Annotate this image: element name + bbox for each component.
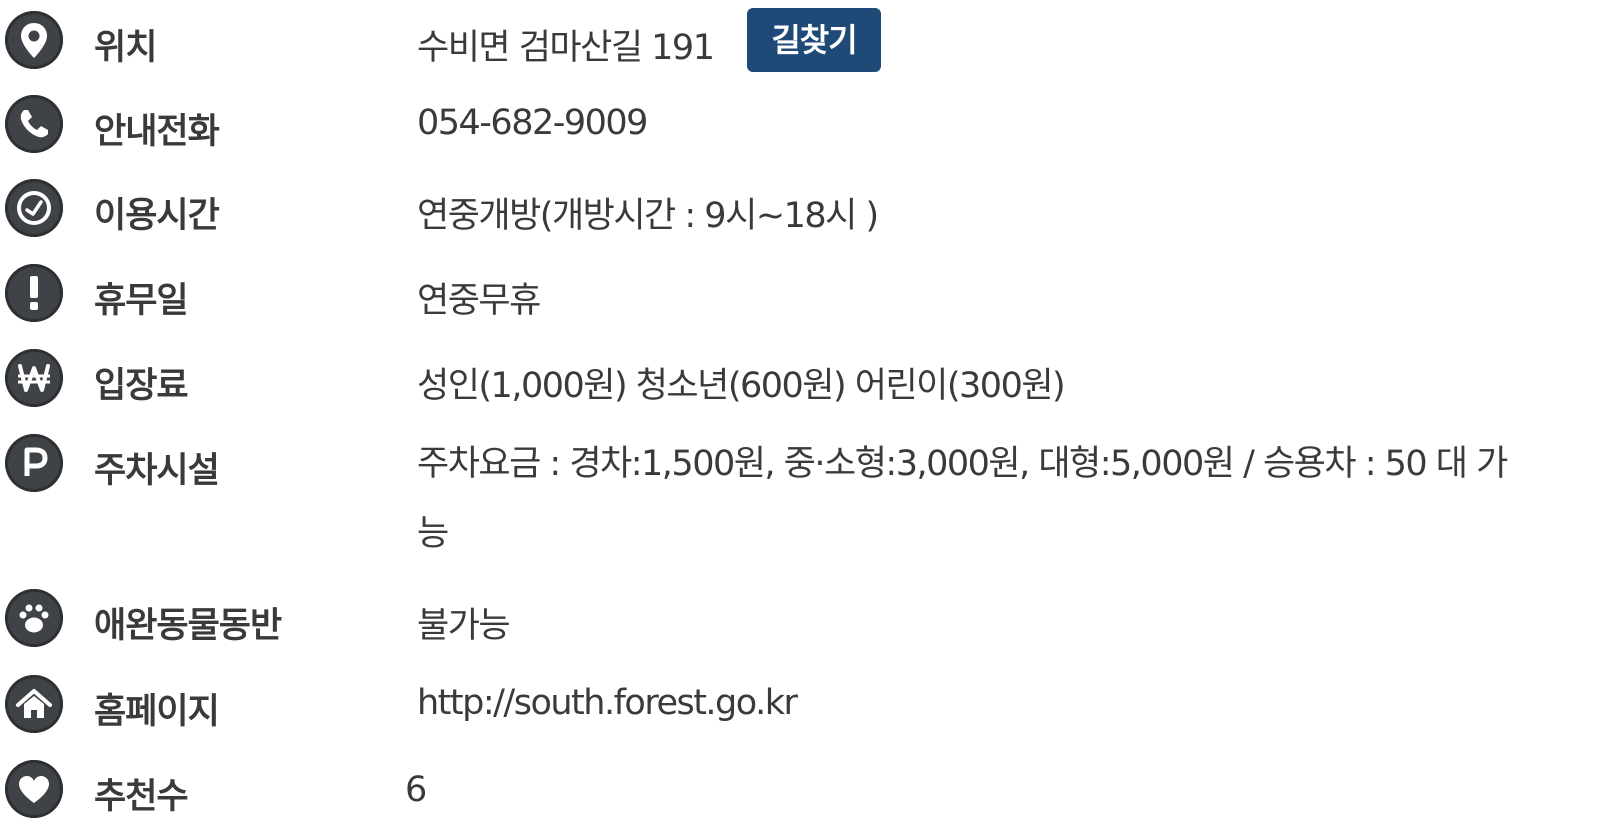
info-label: 위치 bbox=[94, 28, 157, 68]
info-row-pets: 애완동물동반 불가능 bbox=[0, 578, 1601, 658]
info-label: 추천수 bbox=[94, 777, 189, 817]
info-row-closed: 휴무일 연중무휴 bbox=[0, 253, 1601, 333]
parking-icon bbox=[5, 434, 63, 492]
won-icon bbox=[5, 349, 63, 407]
directions-button[interactable]: 길찾기 bbox=[747, 8, 881, 72]
info-label: 홈페이지 bbox=[94, 692, 220, 732]
info-value: 성인(1,000원) 청소년(600원) 어린이(300원) bbox=[417, 366, 1066, 406]
homepage-link[interactable]: http://south.forest.go.kr bbox=[417, 683, 798, 723]
info-label: 주차시설 bbox=[94, 451, 220, 491]
facility-info-list: 위치 수비면 검마산길 191 길찾기 안내전화 054-682-9009 이용… bbox=[0, 0, 1601, 838]
home-icon bbox=[5, 675, 63, 733]
info-value: 수비면 검마산길 191 bbox=[417, 28, 715, 68]
info-row-recommend: 추천수 6 bbox=[0, 749, 1601, 829]
info-label: 안내전화 bbox=[94, 112, 220, 152]
map-pin-icon bbox=[5, 11, 63, 69]
info-label: 이용시간 bbox=[94, 196, 220, 236]
info-value: 연중개방(개방시간 : 9시~18시 ) bbox=[417, 196, 879, 236]
phone-icon bbox=[5, 95, 63, 153]
info-row-location: 위치 수비면 검마산길 191 길찾기 bbox=[0, 0, 1601, 80]
info-row-parking: 주차시설 주차요금 : 경차:1,500원, 중·소형:3,000원, 대형:5… bbox=[0, 423, 1601, 575]
exclamation-icon bbox=[5, 264, 63, 322]
recommend-count: 6 bbox=[405, 770, 427, 810]
info-row-fee: 입장료 성인(1,000원) 청소년(600원) 어린이(300원) bbox=[0, 338, 1601, 418]
info-label: 휴무일 bbox=[94, 281, 189, 321]
info-value: 연중무휴 bbox=[417, 281, 541, 321]
clock-icon bbox=[5, 179, 63, 237]
heart-icon bbox=[5, 760, 63, 818]
paw-icon bbox=[5, 589, 63, 647]
info-value: 주차요금 : 경차:1,500원, 중·소형:3,000원, 대형:5,000원… bbox=[417, 444, 1508, 554]
info-row-phone: 안내전화 054-682-9009 bbox=[0, 84, 1601, 164]
info-row-hours: 이용시간 연중개방(개방시간 : 9시~18시 ) bbox=[0, 168, 1601, 248]
info-value: 054-682-9009 bbox=[417, 103, 648, 143]
info-row-homepage: 홈페이지 http://south.forest.go.kr bbox=[0, 664, 1601, 744]
info-label: 입장료 bbox=[94, 366, 189, 406]
info-value: 불가능 bbox=[417, 606, 511, 646]
info-label: 애완동물동반 bbox=[94, 606, 282, 646]
